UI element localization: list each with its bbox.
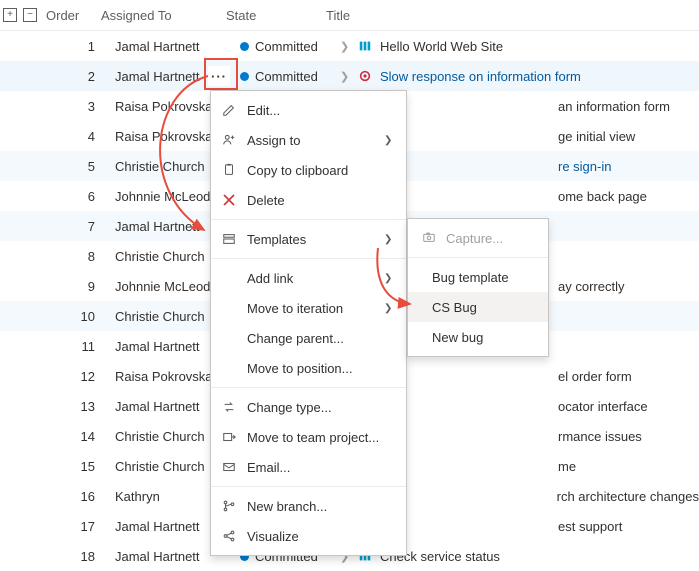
menu-separator [211,219,406,220]
work-item-title: est support [558,519,622,534]
menu-edit[interactable]: Edit... [211,95,406,125]
submenu-bug-template[interactable]: Bug template [408,262,548,292]
order-cell: 16 [40,489,115,504]
state-cell: Committed [240,39,340,54]
submenu-cs-bug[interactable]: CS Bug [408,292,548,322]
camera-icon [422,230,436,247]
menu-add-link[interactable]: Add link ❯ [211,263,406,293]
order-cell: 5 [40,159,115,174]
menu-assign-to[interactable]: Assign to ❯ [211,125,406,155]
chevron-right-icon: ❯ [384,135,394,146]
work-item-title: me [558,459,576,474]
work-item-title: ome back page [558,189,647,204]
order-cell: 9 [40,279,115,294]
grid-header: + − Order Assigned To State Title [0,0,699,31]
bug-icon [358,69,372,83]
menu-copy[interactable]: Copy to clipboard [211,155,406,185]
work-item-title: ge initial view [558,129,635,144]
menu-separator [408,257,548,258]
delete-icon [221,192,237,208]
menu-visualize[interactable]: Visualize [211,521,406,551]
col-order[interactable]: Order [40,8,101,23]
work-item-title: el order form [558,369,632,384]
work-item-title: Hello World Web Site [380,39,503,54]
menu-separator [211,258,406,259]
work-item-title: ocator interface [558,399,648,414]
copy-icon [221,162,237,178]
order-cell: 13 [40,399,115,414]
menu-new-branch[interactable]: New branch... [211,491,406,521]
order-cell: 12 [40,369,115,384]
menu-templates[interactable]: Templates ❯ [211,224,406,254]
edit-icon [221,102,237,118]
order-cell: 11 [40,339,115,354]
context-menu: Edit... Assign to ❯ Copy to clipboard De… [210,90,407,556]
work-item-title: Slow response on information form [380,69,581,84]
table-row[interactable]: 1 Jamal Hartnett Committed ❯ Hello World … [0,31,699,61]
expand-all-icon[interactable]: + [0,8,20,22]
move-project-icon [221,429,237,445]
change-type-icon [221,399,237,415]
collapse-all-icon[interactable]: − [20,8,40,22]
menu-change-parent[interactable]: Change parent... [211,323,406,353]
chevron-right-icon: ❯ [384,234,394,245]
assign-icon [221,132,237,148]
order-cell: 10 [40,309,115,324]
work-item-title: ay correctly [558,279,624,294]
work-item-title: rch architecture changes [557,489,699,504]
menu-move-iteration[interactable]: Move to iteration ❯ [211,293,406,323]
menu-move-position[interactable]: Move to position... [211,353,406,383]
col-assigned[interactable]: Assigned To [101,8,226,23]
menu-email[interactable]: Email... [211,452,406,482]
visualize-icon [221,528,237,544]
work-item-title: an information form [558,99,670,114]
order-cell: 6 [40,189,115,204]
order-cell: 8 [40,249,115,264]
submenu-capture[interactable]: Capture... [408,223,548,253]
order-cell: 1 [40,39,115,54]
order-cell: 4 [40,129,115,144]
chevron-right-icon: ❯ [384,273,394,284]
order-cell: 15 [40,459,115,474]
email-icon [221,459,237,475]
work-item-title: rmance issues [558,429,642,444]
order-cell: 14 [40,429,115,444]
chevron-right-icon: ❯ [340,40,350,53]
submenu-new-bug[interactable]: New bug [408,322,548,352]
table-row[interactable]: 2 Jamal Hartnett Committed ❯Slow respons… [0,61,699,91]
col-title[interactable]: Title [326,8,699,23]
order-cell: 3 [40,99,115,114]
col-state[interactable]: State [226,8,326,23]
state-dot-icon [240,72,249,81]
templates-icon [221,231,237,247]
pbi-icon [358,39,372,53]
order-cell: 18 [40,549,115,564]
menu-separator [211,387,406,388]
branch-icon [221,498,237,514]
templates-submenu: Capture... Bug template CS Bug New bug [407,218,549,357]
assigned-cell: Jamal Hartnett [115,39,240,54]
menu-change-type[interactable]: Change type... [211,392,406,422]
order-cell: 2 [40,69,115,84]
order-cell: 17 [40,519,115,534]
state-cell: Committed [240,69,340,84]
chevron-right-icon: ❯ [384,303,394,314]
state-dot-icon [240,42,249,51]
menu-separator [211,486,406,487]
chevron-right-icon: ❯ [340,70,350,83]
menu-move-team-project[interactable]: Move to team project... [211,422,406,452]
work-item-title: re sign-in [558,159,611,174]
menu-delete[interactable]: Delete [211,185,406,215]
order-cell: 7 [40,219,115,234]
row-actions-button[interactable]: ··· [208,66,230,86]
